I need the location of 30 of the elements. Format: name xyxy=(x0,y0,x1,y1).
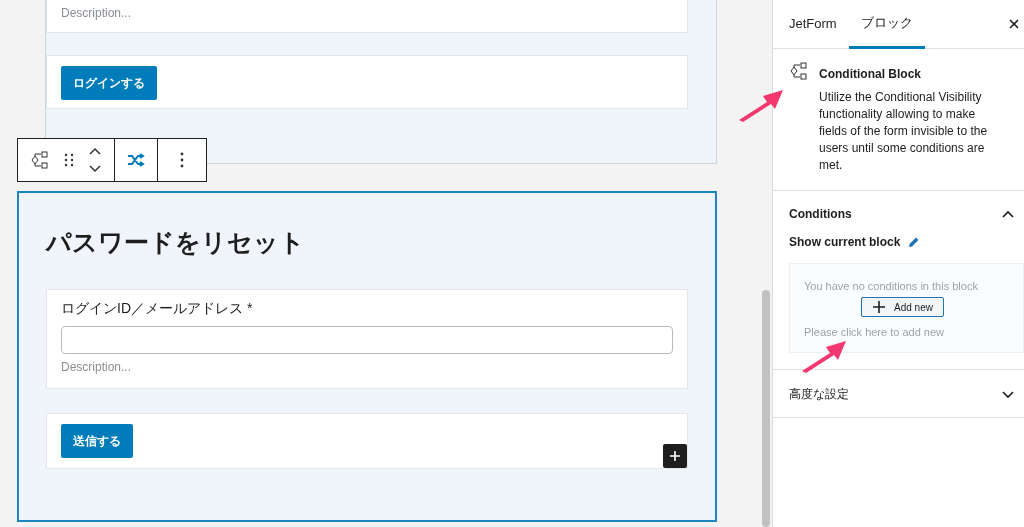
scrollbar[interactable] xyxy=(762,290,770,527)
form-block[interactable]: パスワードをリセット ログインID／メールアドレス * Description... 送信する xyxy=(17,191,717,522)
add-block-icon[interactable] xyxy=(663,444,687,468)
conditions-heading: Show current block xyxy=(789,235,901,249)
shuffle-icon[interactable] xyxy=(127,153,145,167)
drag-handle-icon[interactable] xyxy=(64,153,74,167)
login-button[interactable]: ログインする xyxy=(61,66,157,100)
conditional-block-icon xyxy=(789,61,809,81)
move-up-down-icon[interactable] xyxy=(88,147,102,173)
sidebar-tab[interactable]: ブロック xyxy=(848,0,925,49)
conditional-block-icon[interactable] xyxy=(30,150,50,170)
form-title: パスワードをリセット xyxy=(46,227,306,258)
input-field[interactable] xyxy=(61,326,673,354)
block-description: Utilize the Conditional Visibility functionality allowing to make fields of the form invisible to the users until some conditions are met. xyxy=(819,89,989,174)
add-new-button[interactable]: Add new xyxy=(861,297,944,317)
annotation-arrow xyxy=(800,339,848,373)
empty-message: You have no conditions in this block xyxy=(804,279,979,294)
sidebar-tab[interactable]: JetForm xyxy=(777,0,849,49)
panel-header[interactable]: Conditions xyxy=(773,191,1024,235)
more-options-icon[interactable] xyxy=(180,152,184,168)
field-description: Description... xyxy=(61,360,133,374)
plus-icon xyxy=(872,300,886,314)
field-description: Description... xyxy=(61,6,132,20)
submit-button[interactable]: 送信する xyxy=(61,424,133,458)
annotation-arrow xyxy=(737,88,785,122)
pencil-icon[interactable] xyxy=(908,236,921,248)
field-label: ログインID／メールアドレス * xyxy=(61,300,254,318)
hint-text: Please click here to add new xyxy=(804,325,946,340)
panel-header[interactable]: 高度な設定 xyxy=(773,370,1024,417)
block-name: Conditional Block xyxy=(819,67,922,81)
